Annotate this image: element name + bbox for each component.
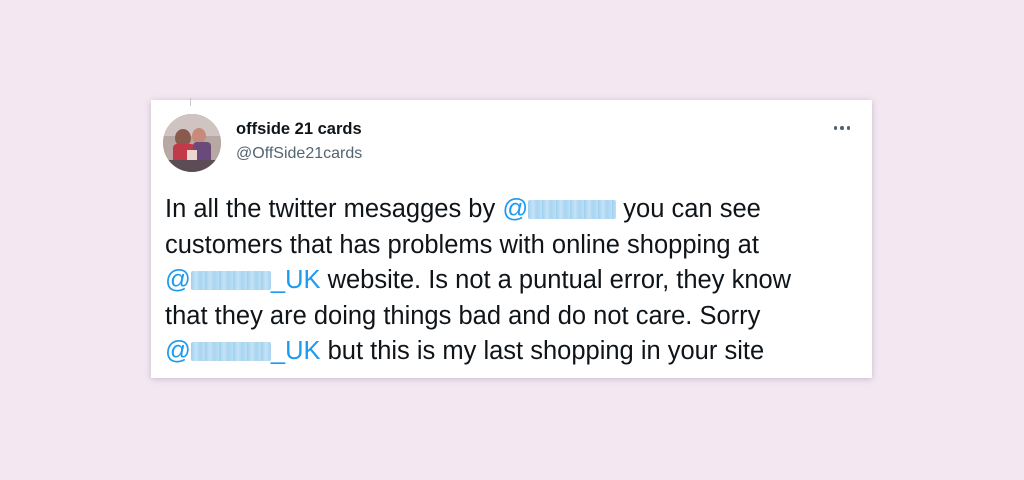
mention-link[interactable]: @ _UK — [165, 266, 321, 294]
more-options-button[interactable] — [828, 118, 856, 138]
author-handle[interactable]: @OffSide21cards — [236, 145, 362, 163]
mention-link[interactable]: @ _UK — [165, 337, 321, 365]
thread-connector-line — [190, 98, 191, 106]
mention-link[interactable]: @ — [502, 195, 617, 223]
redacted-username — [190, 271, 271, 290]
mention-suffix: _UK — [270, 266, 321, 294]
tweet-text-segment: but this is my last shopping in your sit… — [320, 337, 765, 365]
mention-at-sign: @ — [165, 266, 191, 294]
tweet-line: that they are doing things bad and do no… — [165, 301, 761, 330]
mention-at-sign: @ — [502, 195, 529, 223]
tweet-line: @ _UK but this is my last shopping in you… — [165, 334, 855, 370]
mention-at-sign: @ — [165, 337, 191, 365]
profile-avatar-icon — [163, 114, 221, 172]
more-horizontal-icon — [833, 126, 851, 130]
redacted-username — [190, 342, 271, 361]
avatar[interactable] — [163, 114, 221, 172]
tweet-text-segment: In all the twitter mesagges by — [165, 195, 503, 223]
tweet-line: In all the twitter mesagges by @ you can… — [165, 192, 855, 228]
tweet-line: customers that has problems with online … — [165, 230, 759, 259]
author-display-name[interactable]: offside 21 cards — [236, 120, 362, 139]
tweet-body: In all the twitter mesagges by @ you can… — [165, 192, 855, 370]
mention-suffix: _UK — [270, 337, 321, 365]
redacted-username — [528, 200, 617, 219]
screenshot-stage: offside 21 cards @OffSide21cards In all … — [0, 0, 1024, 480]
tweet-line: @ _UK website. Is not a puntual error, th… — [165, 263, 855, 299]
tweet-text-segment: website. Is not a puntual error, they kn… — [320, 266, 792, 294]
tweet-text-segment: you can see — [616, 195, 761, 223]
